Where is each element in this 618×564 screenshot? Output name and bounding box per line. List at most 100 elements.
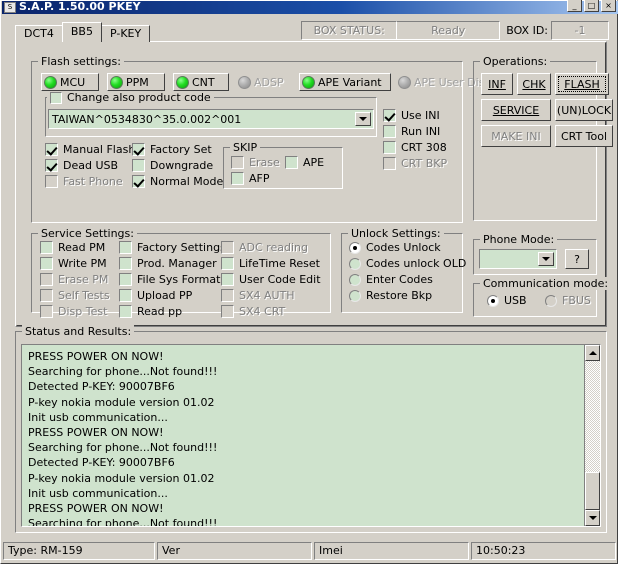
checkbox-lifetime-reset[interactable]: LifeTime Reset (221, 257, 320, 270)
app-icon: S (4, 2, 16, 13)
radio-dot-enter-codes (349, 273, 361, 286)
checkbox-normal-mode[interactable]: Normal Mode (132, 175, 223, 188)
led-indicator-ppm (110, 75, 123, 89)
unlock-button[interactable]: (UN)LOCK (555, 99, 613, 121)
led-label-adsp: ADSP (254, 75, 284, 89)
checkbox-box-manual-flash (45, 143, 58, 156)
tab-pkey[interactable]: P-KEY (100, 25, 151, 42)
checkbox-label-read-pp: Read pp (137, 305, 183, 318)
close-button[interactable]: × (601, 0, 616, 12)
radio-label-usb: USB (504, 294, 527, 307)
operations-group: Operations: INF CHK FLASH SERVICE (UN)LO… (473, 55, 613, 221)
checkbox-read-pp[interactable]: Read pp (119, 305, 182, 318)
checkbox-disp-test: Disp Test (40, 305, 107, 318)
checkbox-box-user-code-edit (221, 273, 234, 286)
checkbox-label-disp-test: Disp Test (58, 305, 108, 318)
phone-mode-help-button[interactable]: ? (565, 249, 589, 269)
radio-restore-bkp[interactable]: Restore Bkp (349, 289, 432, 302)
checkbox-sx4-crt: SX4 CRT (221, 305, 285, 318)
statusbar-imei: Imei (314, 542, 469, 560)
radio-usb[interactable]: USB (487, 294, 527, 307)
scrollbar-thumb[interactable] (585, 472, 600, 510)
checkbox-box-adc-reading (221, 241, 234, 254)
product-code-group: Change also product code TAIWAN^0534830^… (45, 91, 377, 137)
led-indicator-adsp (238, 75, 251, 89)
checkbox-read-pm[interactable]: Read PM (40, 241, 105, 254)
caret-down-icon (588, 516, 597, 520)
led-button-cnt[interactable]: CNT (173, 73, 229, 91)
caret-up-icon (588, 351, 597, 355)
radio-dot-codes-unlock-old (349, 257, 361, 270)
checkbox-box-lifetime-reset (221, 257, 234, 270)
scroll-down-button[interactable] (585, 510, 600, 526)
scroll-up-button[interactable] (585, 345, 600, 361)
checkbox-run-ini[interactable]: Run INI (383, 125, 440, 138)
checkbox-box-write-pm (40, 257, 53, 270)
checkbox-skip-afp[interactable]: AFP (231, 172, 270, 185)
status-log-box[interactable]: PRESS POWER ON NOW! Searching for phone.… (21, 344, 601, 527)
status-log-scrollbar[interactable] (584, 345, 600, 526)
checkbox-crt-308[interactable]: CRT 308 (383, 141, 447, 154)
flash-button[interactable]: FLASH (555, 73, 609, 95)
checkbox-use-ini[interactable]: Use INI (383, 109, 440, 122)
tab-dct4[interactable]: DCT4 (15, 25, 63, 42)
radio-enter-codes[interactable]: Enter Codes (349, 273, 433, 286)
checkbox-write-pm[interactable]: Write PM (40, 257, 107, 270)
checkbox-label-user-code-edit: User Code Edit (239, 273, 321, 286)
chevron-down-icon[interactable] (538, 252, 554, 266)
service-button[interactable]: SERVICE (481, 99, 551, 121)
phone-mode-combo[interactable] (479, 249, 557, 269)
product-code-combo[interactable]: TAIWAN^0534830^35.0.002^001 (48, 109, 374, 129)
checkbox-label-skip-erase: Erase (249, 156, 280, 169)
checkbox-box-use-ini (383, 109, 396, 122)
checkbox-skip-ape[interactable]: APE (285, 156, 324, 169)
checkbox-user-code-edit[interactable]: User Code Edit (221, 273, 321, 286)
chk-button[interactable]: CHK (517, 73, 551, 95)
crt-tool-button[interactable]: CRT Tool (555, 125, 613, 147)
change-product-code-checkbox[interactable] (50, 91, 62, 104)
checkbox-label-prod-manager: Prod. Manager (137, 257, 217, 270)
statusbar-ver: Ver (157, 542, 312, 560)
maximize-button[interactable]: □ (584, 0, 599, 12)
led-button-mcu[interactable]: MCU (41, 73, 99, 91)
inf-button[interactable]: INF (481, 73, 513, 95)
box-status-label: BOX STATUS: (301, 21, 398, 40)
checkbox-prod-manager[interactable]: Prod. Manager (119, 257, 217, 270)
checkbox-box-skip-ape (285, 156, 298, 169)
unlock-settings-legend: Unlock Settings: (348, 227, 444, 240)
checkbox-box-factory-set (132, 143, 145, 156)
checkbox-downgrade[interactable]: Downgrade (132, 159, 213, 172)
checkbox-box-run-ini (383, 125, 396, 138)
tab-bb5[interactable]: BB5 (61, 22, 102, 42)
checkbox-adc-reading: ADC reading (221, 241, 308, 254)
minimize-button[interactable]: _ (567, 0, 582, 12)
checkbox-file-sys-format[interactable]: File Sys Format (119, 273, 220, 286)
status-log-text: PRESS POWER ON NOW! Searching for phone.… (28, 350, 218, 526)
checkbox-dead-usb[interactable]: Dead USB (45, 159, 118, 172)
chk-button-label: CHK (522, 77, 546, 91)
checkbox-box-prod-manager (119, 257, 132, 270)
radio-fbus: FBUS (545, 294, 591, 307)
checkbox-upload-pp[interactable]: Upload PP (119, 289, 192, 302)
radio-label-codes-unlock: Codes Unlock (366, 241, 441, 254)
radio-codes-unlock[interactable]: Codes Unlock (349, 241, 441, 254)
checkbox-factory-set[interactable]: Factory Set (132, 143, 212, 156)
radio-dot-usb (487, 294, 499, 307)
led-button-ppm[interactable]: PPM (107, 73, 165, 91)
checkbox-label-use-ini: Use INI (401, 109, 440, 122)
led-indicator-ape-variant (302, 75, 315, 89)
checkbox-label-dead-usb: Dead USB (63, 159, 119, 172)
scrollbar-track[interactable] (585, 361, 600, 510)
chevron-down-icon[interactable] (355, 112, 371, 126)
radio-dot-fbus (545, 294, 557, 307)
led-button-ape-variant[interactable]: APE Variant (299, 73, 391, 91)
service-button-label: SERVICE (492, 103, 540, 117)
radio-codes-unlock-old[interactable]: Codes unlock OLD (349, 257, 466, 270)
product-code-legend-wrap: Change also product code (47, 91, 214, 104)
checkbox-sx4-auth: SX4 AUTH (221, 289, 295, 302)
checkbox-manual-flash[interactable]: Manual Flash (45, 143, 135, 156)
checkbox-skip-erase: Erase (231, 156, 280, 169)
unlock-button-label: (UN)LOCK (556, 103, 612, 117)
checkbox-factory-settings[interactable]: Factory Settings (119, 241, 226, 254)
checkbox-box-sx4-crt (221, 305, 234, 318)
